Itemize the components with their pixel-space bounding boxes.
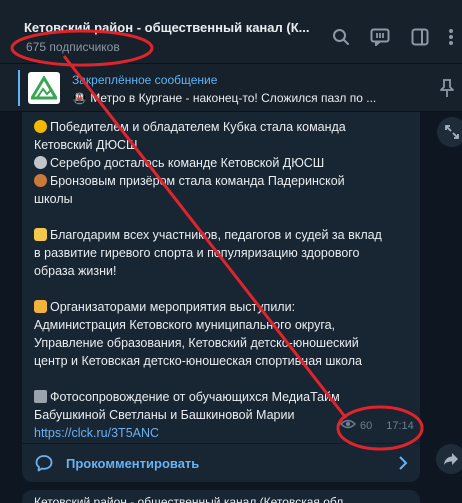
text-line: Бронзовым призёром стала команда Падерин…	[34, 172, 414, 190]
eye-icon	[339, 419, 357, 432]
text-line: центр и Кетовская детско-юношеская спорт…	[34, 354, 362, 368]
text-line: Благодарим всех участников, педагогов и …	[34, 226, 414, 244]
share-icon[interactable]	[436, 444, 462, 474]
pinned-preview: 🚇 Метро в Кургане - наконец-то! Сложился…	[72, 91, 377, 105]
text-line: в развитие гиревого спорта и популяризац…	[34, 246, 360, 260]
gold-medal-icon	[34, 120, 47, 133]
pin-icon[interactable]	[438, 78, 456, 103]
text-line: школы	[34, 192, 73, 206]
expand-icon[interactable]	[437, 117, 462, 147]
comment-button[interactable]: Прокомментировать	[22, 444, 420, 482]
post-text: Победителем и обладателем Кубка стала ко…	[34, 118, 414, 442]
text-line: Организаторами мероприятия выступили:	[34, 298, 414, 316]
comment-bubble-icon	[35, 454, 53, 477]
pinned-message-bar[interactable]: Закреплённое сообщение 🚇 Метро в Кургане…	[0, 64, 462, 112]
silver-medal-icon	[34, 156, 47, 169]
next-post-title: Кетовский район - общественный канал (Ке…	[34, 495, 344, 503]
text-line: Победителем и обладателем Кубка стала ко…	[34, 118, 414, 136]
text-line: Фотосопровождение от обучающихся МедиаТа…	[34, 388, 414, 406]
post-link[interactable]: https://clck.ru/3T5ANC	[34, 426, 159, 440]
bronze-medal-icon	[34, 174, 47, 187]
clapping-hands-icon	[34, 228, 47, 241]
channel-post: Победителем и обладателем Кубка стала ко…	[22, 112, 420, 482]
pinned-thumbnail	[28, 72, 60, 104]
text-line: Администрация Кетовского муниципального …	[34, 318, 336, 332]
pinned-indicator	[18, 70, 20, 106]
subscriber-count: 675 подписчиков	[26, 40, 120, 54]
comment-label: Прокомментировать	[66, 456, 200, 471]
text-line: Управление образования, Кетовский детско…	[34, 336, 359, 350]
more-icon[interactable]	[440, 26, 462, 48]
view-count: 60	[360, 419, 373, 432]
post-meta: 60 17:14	[339, 419, 414, 432]
pinned-label: Закреплённое сообщение	[72, 73, 218, 87]
sidebar-icon[interactable]	[409, 26, 431, 48]
search-icon[interactable]	[330, 26, 352, 48]
camera-icon	[34, 390, 47, 403]
post-time: 17:14	[386, 419, 414, 432]
chevron-right-icon	[398, 456, 408, 475]
chat-header: Кетовский район - общественный канал (К.…	[0, 0, 462, 64]
text-line: Серебро досталось команде Кетовской ДЮСШ	[34, 154, 414, 172]
comments-icon[interactable]	[369, 26, 391, 48]
text-line: Кетовский ДЮСШ	[34, 138, 138, 152]
handshake-icon	[34, 300, 47, 313]
channel-title[interactable]: Кетовский район - общественный канал (К.…	[24, 20, 324, 35]
next-post: Кетовский район - общественный канал (Ке…	[22, 490, 420, 503]
text-line: образа жизни!	[34, 264, 117, 278]
